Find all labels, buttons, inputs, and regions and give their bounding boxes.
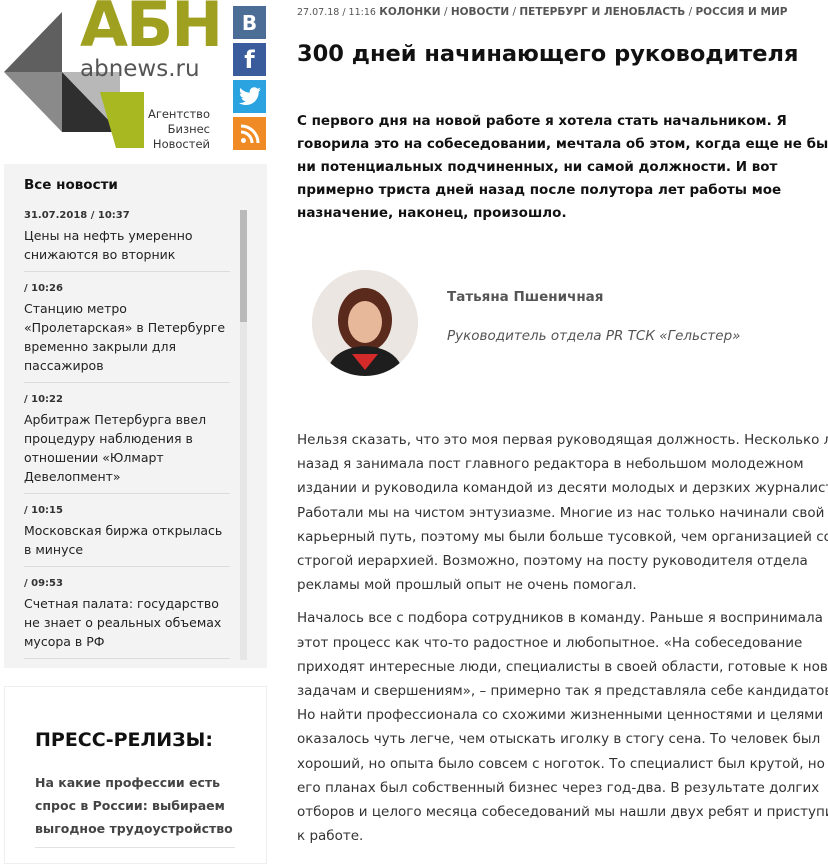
logo-tagline-line: Агентство — [147, 107, 210, 121]
article: 27.07.18 / 11:16 КОЛОНКИ / НОВОСТИ / ПЕТ… — [297, 0, 828, 864]
facebook-glyph: f — [244, 45, 255, 74]
logo-domain: abnews.ru — [80, 56, 200, 82]
twitter-bird-icon — [238, 86, 261, 105]
article-lead: С первого дня на новой работе я хотела с… — [297, 113, 828, 221]
news-list: 31.07.2018 / 10:37 Цены на нефть умеренн… — [24, 210, 230, 670]
category-link[interactable]: КОЛОНКИ — [379, 6, 440, 18]
news-time: / 10:26 — [24, 283, 63, 294]
rss-icon[interactable] — [233, 117, 266, 150]
article-paragraph: Нельзя сказать, что это моя первая руков… — [297, 432, 828, 594]
social-links: В f — [233, 6, 267, 154]
vk-glyph: В — [241, 10, 258, 35]
category-link[interactable]: ПЕТЕРБУРГ И ЛЕНОБЛАСТЬ — [519, 6, 685, 18]
twitter-icon[interactable] — [233, 80, 266, 113]
news-feed-title[interactable]: Все новости — [24, 177, 118, 193]
category-link[interactable]: НОВОСТИ — [451, 6, 509, 18]
author-name[interactable]: Татьяна Пшеничная — [447, 289, 603, 305]
news-headline[interactable]: Цены на нефть умеренно снижаются во втор… — [24, 226, 230, 264]
news-item[interactable]: / 10:26 Станцию метро «Пролетарская» в П… — [24, 283, 230, 383]
author-role: Руководитель отдела PR ТСК «Гельстер» — [447, 328, 741, 344]
site-logo[interactable]: АБН abnews.ru Агентство Бизнес Новостей — [4, 0, 230, 156]
left-column: АБН abnews.ru Агентство Бизнес Новостей … — [0, 0, 268, 864]
vk-icon[interactable]: В — [233, 6, 266, 39]
logo-tagline-line: Бизнес — [167, 122, 210, 136]
news-headline[interactable]: Станцию метро «Пролетарская» в Петербург… — [24, 299, 230, 375]
news-headline[interactable]: Московская биржа открылась в минусе — [24, 521, 230, 559]
logo-tagline-line: Новостей — [152, 137, 210, 151]
news-time: / 10:22 — [24, 394, 63, 405]
news-feed: Все новости 31.07.2018 / 10:37 Цены на н… — [4, 164, 267, 668]
press-divider — [35, 847, 235, 848]
author-avatar — [312, 270, 418, 376]
news-time: 31.07.2018 / 10:37 — [24, 210, 130, 221]
logo-brand: АБН — [80, 0, 223, 61]
news-time: / 09:53 — [24, 578, 63, 589]
author-portrait-icon — [312, 270, 418, 376]
news-item[interactable]: / 10:22 Арбитраж Петербурга ввел процеду… — [24, 394, 230, 494]
news-item[interactable]: / 10:15 Московская биржа открылась в мин… — [24, 505, 230, 567]
article-title: 300 дней начинающего руководителя — [297, 41, 799, 67]
press-releases: ПРЕСС-РЕЛИЗЫ: На какие профессии есть сп… — [4, 686, 267, 864]
article-meta: 27.07.18 / 11:16 КОЛОНКИ / НОВОСТИ / ПЕТ… — [297, 6, 788, 18]
news-item[interactable]: 31.07.2018 / 10:37 Цены на нефть умеренн… — [24, 210, 230, 272]
press-release-link[interactable]: На какие профессии есть спрос в России: … — [35, 771, 235, 840]
logo-tagline: Агентство Бизнес Новостей — [148, 107, 210, 152]
news-headline[interactable]: Арбитраж Петербурга ввел процедуру наблю… — [24, 410, 230, 486]
article-body: Нельзя сказать, что это моя первая руков… — [297, 428, 828, 857]
category-link[interactable]: РОССИЯ И МИР — [695, 6, 787, 18]
news-item[interactable]: / 09:53 Счетная палата: государство не з… — [24, 578, 230, 659]
article-paragraph: Началось все с подбора сотрудников в ком… — [297, 610, 828, 845]
article-date: 27.07.18 / 11:16 — [297, 7, 376, 18]
rss-feed-icon — [240, 124, 259, 143]
facebook-icon[interactable]: f — [233, 43, 266, 76]
news-headline[interactable]: Счетная палата: государство не знает о р… — [24, 594, 230, 651]
news-time: / 10:15 — [24, 505, 63, 516]
news-scrollbar-thumb[interactable] — [240, 210, 247, 322]
press-releases-title: ПРЕСС-РЕЛИЗЫ: — [35, 729, 213, 751]
news-scrollbar[interactable] — [240, 210, 247, 660]
